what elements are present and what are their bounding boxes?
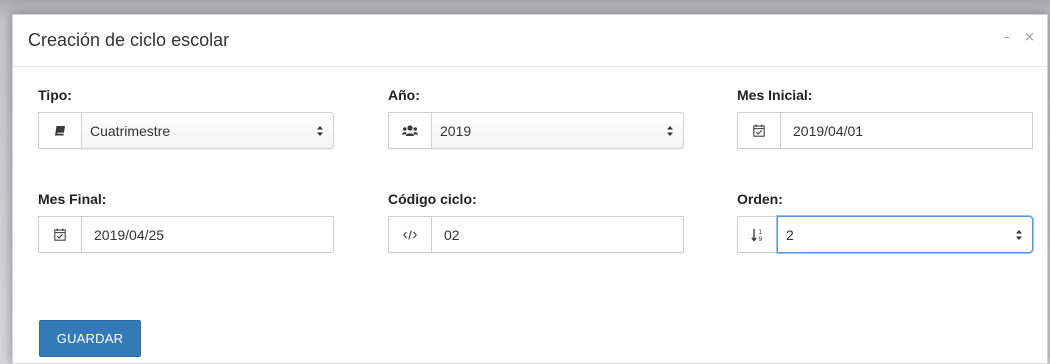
panel-title: Creación de ciclo escolar (28, 30, 230, 50)
anio-label: Año: (388, 87, 420, 103)
minimize-icon[interactable]: – (1004, 31, 1011, 45)
codigo-ciclo-field: Código ciclo: 02 (388, 191, 684, 253)
select-caret-icon (317, 126, 323, 136)
code-icon (388, 216, 431, 253)
tipo-select-value: Cuatrimestre (90, 122, 171, 139)
orden-select[interactable]: 2 (777, 216, 1033, 253)
book-icon (38, 112, 81, 149)
calendar-check-icon (38, 216, 81, 253)
mes-final-value: 2019/04/25 (94, 226, 165, 243)
mes-inicial-input-group: 2019/04/01 (737, 112, 1033, 149)
svg-text:1: 1 (758, 229, 762, 236)
orden-input-group: 1 9 2 (737, 216, 1033, 253)
header-tools: – × (1004, 31, 1035, 45)
mes-inicial-input[interactable]: 2019/04/01 (780, 112, 1033, 149)
mes-final-field: Mes Final: 2019/04/25 (38, 191, 334, 253)
codigo-ciclo-input-group: 02 (388, 216, 684, 253)
users-icon (388, 112, 431, 149)
mes-inicial-field: Mes Inicial: 2019/04/01 (737, 87, 1033, 149)
mes-inicial-label: Mes Inicial: (737, 87, 813, 103)
calendar-check-icon (737, 112, 780, 149)
tipo-field: Tipo: Cuatrimestre (38, 87, 334, 149)
tipo-select[interactable]: Cuatrimestre (81, 112, 334, 149)
codigo-ciclo-value: 02 (444, 226, 460, 243)
ciclo-escolar-panel: Creación de ciclo escolar – × Tipo: Cuat… (12, 14, 1048, 364)
codigo-ciclo-input[interactable]: 02 (431, 216, 684, 253)
guardar-button[interactable]: GUARDAR (39, 320, 141, 357)
mes-final-input[interactable]: 2019/04/25 (81, 216, 334, 253)
orden-field: Orden: 1 9 2 (737, 191, 1033, 253)
anio-field: Año: 2019 (388, 87, 684, 149)
sort-numeric-icon: 1 9 (737, 216, 777, 253)
orden-select-value: 2 (786, 226, 794, 243)
tipo-label: Tipo: (38, 87, 72, 103)
panel-header: Creación de ciclo escolar – × (13, 15, 1047, 67)
codigo-ciclo-label: Código ciclo: (388, 191, 477, 207)
anio-input-group: 2019 (388, 112, 684, 149)
close-icon[interactable]: × (1024, 31, 1035, 45)
tipo-input-group: Cuatrimestre (38, 112, 334, 149)
anio-select[interactable]: 2019 (431, 112, 684, 149)
select-caret-icon (667, 126, 673, 136)
svg-text:9: 9 (758, 236, 762, 242)
mes-final-label: Mes Final: (38, 191, 107, 207)
anio-select-value: 2019 (440, 122, 472, 139)
orden-label: Orden: (737, 191, 783, 207)
select-caret-icon (1016, 230, 1022, 240)
mes-final-input-group: 2019/04/25 (38, 216, 334, 253)
mes-inicial-value: 2019/04/01 (793, 122, 864, 139)
